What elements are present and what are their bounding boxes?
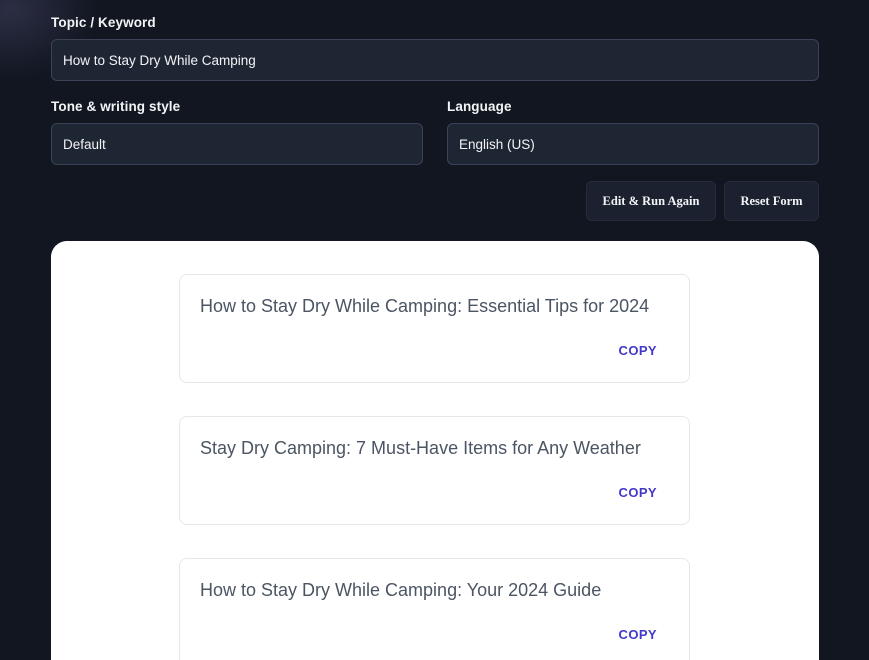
copy-button[interactable]: COPY (619, 343, 657, 358)
topic-label: Topic / Keyword (51, 15, 156, 30)
tone-label: Tone & writing style (51, 99, 181, 114)
language-label: Language (447, 99, 512, 114)
result-text: How to Stay Dry While Camping: Essential… (200, 296, 650, 316)
result-text: Stay Dry Camping: 7 Must-Have Items for … (200, 438, 641, 458)
result-card: How to Stay Dry While Camping: Your 2024… (179, 558, 690, 660)
generator-page: Topic / Keyword How to Stay Dry While Ca… (0, 0, 869, 660)
tone-select[interactable]: Default (51, 123, 423, 165)
result-text: How to Stay Dry While Camping: Your 2024… (200, 580, 602, 600)
language-select[interactable]: English (US) (447, 123, 819, 165)
result-card: Stay Dry Camping: 7 Must-Have Items for … (179, 416, 690, 525)
result-card: How to Stay Dry While Camping: Essential… (179, 274, 690, 383)
reset-form-button[interactable]: Reset Form (724, 181, 819, 221)
topic-input[interactable]: How to Stay Dry While Camping (51, 39, 819, 81)
copy-button[interactable]: COPY (619, 485, 657, 500)
edit-run-again-button[interactable]: Edit & Run Again (586, 181, 716, 221)
results-panel: How to Stay Dry While Camping: Essential… (51, 241, 819, 660)
copy-button[interactable]: COPY (619, 627, 657, 642)
